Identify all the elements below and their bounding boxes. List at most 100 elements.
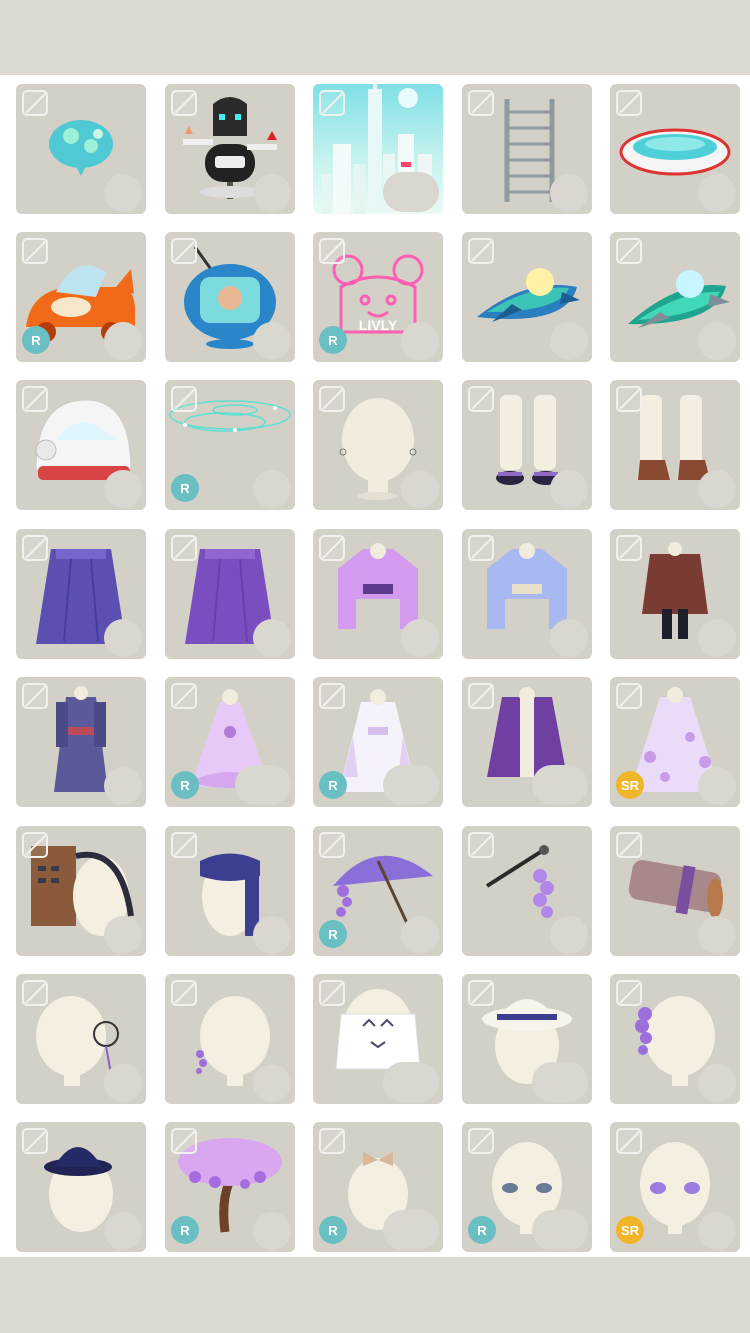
quantity-bubble [550, 619, 588, 657]
select-checkbox[interactable] [616, 1128, 642, 1154]
select-checkbox[interactable] [171, 1128, 197, 1154]
select-checkbox[interactable] [319, 832, 345, 858]
select-checkbox[interactable] [616, 238, 642, 264]
select-checkbox[interactable] [468, 832, 494, 858]
item-tile[interactable] [16, 826, 146, 956]
item-tile[interactable]: R [165, 1122, 295, 1252]
quantity-bubble [401, 916, 439, 954]
select-checkbox[interactable] [171, 832, 197, 858]
select-checkbox[interactable] [171, 386, 197, 412]
select-checkbox[interactable] [468, 980, 494, 1006]
item-tile[interactable] [313, 380, 443, 510]
select-checkbox[interactable] [22, 683, 48, 709]
select-checkbox[interactable] [468, 386, 494, 412]
select-checkbox[interactable] [616, 980, 642, 1006]
rarity-badge: R [171, 474, 199, 502]
item-tile[interactable] [610, 529, 740, 659]
item-tile[interactable] [462, 380, 592, 510]
item-tile[interactable] [16, 677, 146, 807]
quantity-bubble [698, 1064, 736, 1102]
item-tile[interactable]: SR [610, 677, 740, 807]
item-tile[interactable]: LIVLY R [313, 232, 443, 362]
quantity-bubble [253, 1064, 291, 1102]
item-tile[interactable] [462, 677, 592, 807]
select-checkbox[interactable] [22, 238, 48, 264]
bottom-bar [0, 1257, 750, 1333]
select-checkbox[interactable] [171, 90, 197, 116]
quantity-bubble [104, 1064, 142, 1102]
select-checkbox[interactable] [22, 90, 48, 116]
item-tile[interactable] [16, 974, 146, 1104]
select-checkbox[interactable] [22, 535, 48, 561]
select-checkbox[interactable] [22, 980, 48, 1006]
item-tile[interactable]: R [165, 677, 295, 807]
quantity-bubble [383, 172, 439, 212]
item-tile[interactable] [610, 380, 740, 510]
item-tile[interactable] [462, 529, 592, 659]
item-tile[interactable]: R [313, 1122, 443, 1252]
item-tile[interactable] [165, 84, 295, 214]
select-checkbox[interactable] [319, 386, 345, 412]
item-tile[interactable] [462, 826, 592, 956]
select-checkbox[interactable] [468, 238, 494, 264]
item-tile[interactable] [165, 974, 295, 1104]
select-checkbox[interactable] [319, 90, 345, 116]
select-checkbox[interactable] [171, 535, 197, 561]
item-tile[interactable]: R [313, 826, 443, 956]
quantity-bubble [550, 470, 588, 508]
item-tile[interactable]: R [165, 380, 295, 510]
item-tile[interactable] [165, 529, 295, 659]
item-tile[interactable] [610, 974, 740, 1104]
item-tile[interactable] [313, 974, 443, 1104]
select-checkbox[interactable] [171, 238, 197, 264]
select-checkbox[interactable] [319, 980, 345, 1006]
select-checkbox[interactable] [319, 535, 345, 561]
rarity-badge: R [171, 1216, 199, 1244]
item-tile[interactable] [462, 84, 592, 214]
quantity-bubble [383, 1210, 439, 1250]
item-tile[interactable] [165, 232, 295, 362]
rarity-badge: R [319, 771, 347, 799]
item-tile[interactable] [165, 826, 295, 956]
item-tile[interactable] [16, 380, 146, 510]
quantity-bubble [253, 916, 291, 954]
quantity-bubble [698, 470, 736, 508]
item-tile[interactable] [313, 529, 443, 659]
item-tile[interactable]: R [313, 677, 443, 807]
select-checkbox[interactable] [616, 90, 642, 116]
item-tile[interactable] [610, 84, 740, 214]
rarity-badge: SR [616, 1216, 644, 1244]
select-checkbox[interactable] [171, 980, 197, 1006]
select-checkbox[interactable] [22, 832, 48, 858]
quantity-bubble [104, 174, 142, 212]
item-tile[interactable]: R [462, 1122, 592, 1252]
quantity-bubble [253, 174, 291, 212]
select-checkbox[interactable] [319, 683, 345, 709]
select-checkbox[interactable] [22, 386, 48, 412]
rarity-badge: R [319, 326, 347, 354]
item-tile[interactable] [16, 529, 146, 659]
item-tile[interactable]: R [16, 232, 146, 362]
quantity-bubble [253, 322, 291, 360]
quantity-bubble [104, 1212, 142, 1250]
select-checkbox[interactable] [616, 535, 642, 561]
item-tile[interactable] [16, 1122, 146, 1252]
select-checkbox[interactable] [616, 683, 642, 709]
select-checkbox[interactable] [468, 683, 494, 709]
select-checkbox[interactable] [468, 535, 494, 561]
select-checkbox[interactable] [319, 238, 345, 264]
item-tile[interactable] [610, 232, 740, 362]
select-checkbox[interactable] [468, 90, 494, 116]
select-checkbox[interactable] [616, 832, 642, 858]
select-checkbox[interactable] [468, 1128, 494, 1154]
select-checkbox[interactable] [319, 1128, 345, 1154]
item-tile[interactable] [610, 826, 740, 956]
item-tile[interactable] [16, 84, 146, 214]
select-checkbox[interactable] [22, 1128, 48, 1154]
item-tile[interactable] [313, 84, 443, 214]
select-checkbox[interactable] [616, 386, 642, 412]
item-tile[interactable]: SR [610, 1122, 740, 1252]
item-tile[interactable] [462, 974, 592, 1104]
item-tile[interactable] [462, 232, 592, 362]
select-checkbox[interactable] [171, 683, 197, 709]
